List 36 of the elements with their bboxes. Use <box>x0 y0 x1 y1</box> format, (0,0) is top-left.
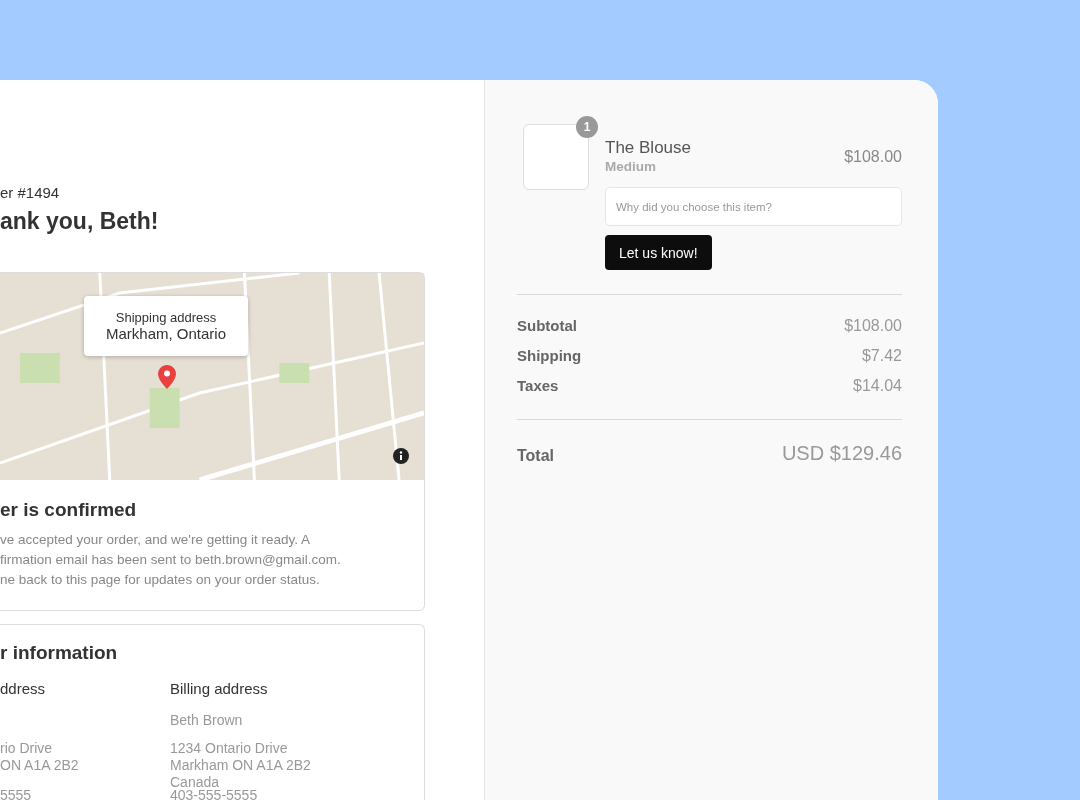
summary-value: $108.00 <box>844 316 902 335</box>
confirmation-text: firmation email has been sent to beth.brown@gmail.com. <box>0 551 342 569</box>
product-name: The Blouse <box>605 138 691 158</box>
thank-you-heading: ank you, Beth! <box>0 207 160 236</box>
quantity-badge: 1 <box>576 116 598 138</box>
billing-address-heading: Billing address <box>170 679 269 699</box>
info-icon[interactable] <box>393 448 409 464</box>
order-number: er #1494 <box>0 184 61 202</box>
summary-label: Subtotal <box>517 316 577 335</box>
popup-title: Shipping address <box>114 310 218 325</box>
popup-place: Markham, Ontario <box>104 325 227 343</box>
shipping-address-heading: ddress <box>0 679 47 699</box>
total-value: USD $129.46 <box>781 442 902 465</box>
customer-info-title: r information <box>0 641 119 665</box>
address-line: ON A1A 2B2 <box>0 757 80 774</box>
photo-placeholder <box>523 124 589 190</box>
phone-number: 403-555-5555 <box>170 787 259 800</box>
customer-name: Beth Brown <box>170 712 243 729</box>
confirmation-text: ne back to this page for updates on your order status. <box>0 571 321 589</box>
total-label: Total <box>517 447 555 465</box>
summary-value: $14.04 <box>853 376 902 395</box>
address-line: 1234 Ontario Drive <box>170 740 289 757</box>
summary-label: Shipping <box>517 346 582 365</box>
let-us-know-button[interactable]: Let us know! <box>605 235 712 270</box>
address-line: Markham ON A1A 2B2 <box>170 757 312 774</box>
confirmation-title: er is confirmed <box>0 498 138 522</box>
product-price: $108.00 <box>844 148 902 166</box>
confirmation-text: ve accepted your order, and we're getting it ready. A <box>0 531 311 549</box>
feedback-input-field[interactable]: Why did you choose this item? <box>605 187 902 226</box>
product-variant: Medium <box>605 158 657 176</box>
summary-label: Taxes <box>517 376 559 395</box>
phone-number: 5555 <box>0 787 33 800</box>
summary-value: $7.42 <box>861 346 902 365</box>
map-pin-icon <box>158 365 176 389</box>
address-line: Canada <box>170 774 221 790</box>
address-line: rio Drive <box>0 740 54 757</box>
